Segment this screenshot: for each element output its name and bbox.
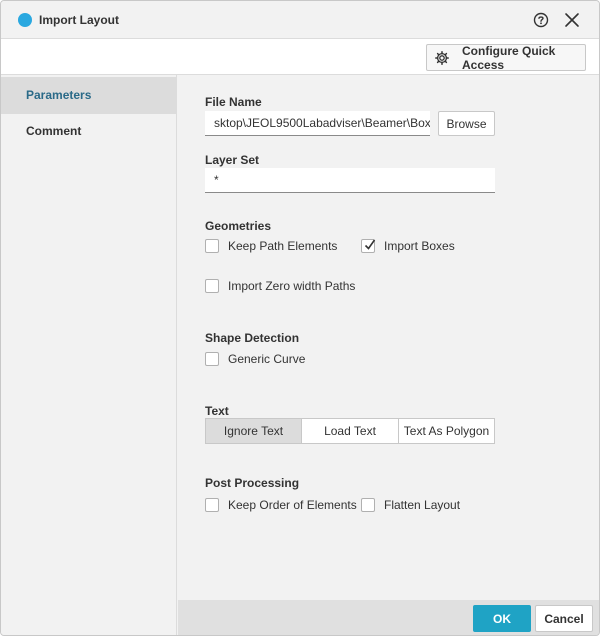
generic-curve-checkbox[interactable]: Generic Curve <box>205 352 305 366</box>
sidebar: Parameters Comment <box>1 75 177 635</box>
parameters-panel: File Name sktop\JEOL9500Labadviser\Beame… <box>178 75 599 600</box>
dialog-footer: OK Cancel <box>178 600 599 635</box>
checkbox-box[interactable] <box>205 279 219 293</box>
keep-order-of-elements-checkbox[interactable]: Keep Order of Elements <box>205 498 357 512</box>
gear-icon <box>435 50 449 65</box>
checkmark-icon <box>364 239 376 250</box>
geometries-label: Geometries <box>205 219 272 233</box>
keep-order-of-elements-label: Keep Order of Elements <box>228 498 357 512</box>
text-mode-segmented-control: Ignore Text Load Text Text As Polygon <box>205 418 495 444</box>
title-bar: Import Layout <box>1 1 599 39</box>
toolbar: Configure Quick Access <box>1 39 599 75</box>
checkbox-box-checked[interactable] <box>361 239 376 253</box>
layer-set-input[interactable]: * <box>205 168 495 193</box>
import-zero-width-paths-checkbox[interactable]: Import Zero width Paths <box>205 279 355 293</box>
help-icon[interactable] <box>533 12 549 28</box>
keep-path-elements-checkbox[interactable]: Keep Path Elements <box>205 239 337 253</box>
sidebar-item-parameters[interactable]: Parameters <box>1 77 177 114</box>
sidebar-item-comment[interactable]: Comment <box>1 113 177 150</box>
ok-button[interactable]: OK <box>473 605 531 632</box>
keep-path-elements-label: Keep Path Elements <box>228 239 338 253</box>
load-text-option[interactable]: Load Text <box>302 419 399 443</box>
dialog-title: Import Layout <box>39 13 119 27</box>
configure-quick-access-button[interactable]: Configure Quick Access <box>426 43 586 72</box>
cancel-button[interactable]: Cancel <box>535 605 593 632</box>
checkbox-box[interactable] <box>205 239 219 253</box>
import-layout-dialog: Import Layout Configure Quick Access Par… <box>0 0 600 636</box>
shape-detection-label: Shape Detection <box>205 331 300 345</box>
layer-set-label: Layer Set <box>205 153 260 167</box>
ignore-text-option[interactable]: Ignore Text <box>206 419 302 443</box>
file-name-label: File Name <box>205 95 262 109</box>
close-icon[interactable] <box>563 11 581 29</box>
file-name-input[interactable]: sktop\JEOL9500Labadviser\Beamer\Box.gds <box>205 111 430 136</box>
import-zero-width-paths-label: Import Zero width Paths <box>228 279 356 293</box>
browse-button[interactable]: Browse <box>438 111 495 136</box>
generic-curve-label: Generic Curve <box>228 352 306 366</box>
import-boxes-checkbox[interactable]: Import Boxes <box>361 239 455 253</box>
import-boxes-label: Import Boxes <box>384 239 455 253</box>
circle-app-icon <box>18 13 32 27</box>
checkbox-box[interactable] <box>205 352 219 366</box>
post-processing-label: Post Processing <box>205 476 300 490</box>
checkbox-box[interactable] <box>205 498 219 512</box>
configure-quick-access-label: Configure Quick Access <box>462 43 556 72</box>
text-label: Text <box>205 404 229 418</box>
flatten-layout-checkbox[interactable]: Flatten Layout <box>361 498 460 512</box>
flatten-layout-label: Flatten Layout <box>384 498 461 512</box>
text-as-polygon-option[interactable]: Text As Polygon <box>399 419 494 443</box>
checkbox-box[interactable] <box>361 498 375 512</box>
